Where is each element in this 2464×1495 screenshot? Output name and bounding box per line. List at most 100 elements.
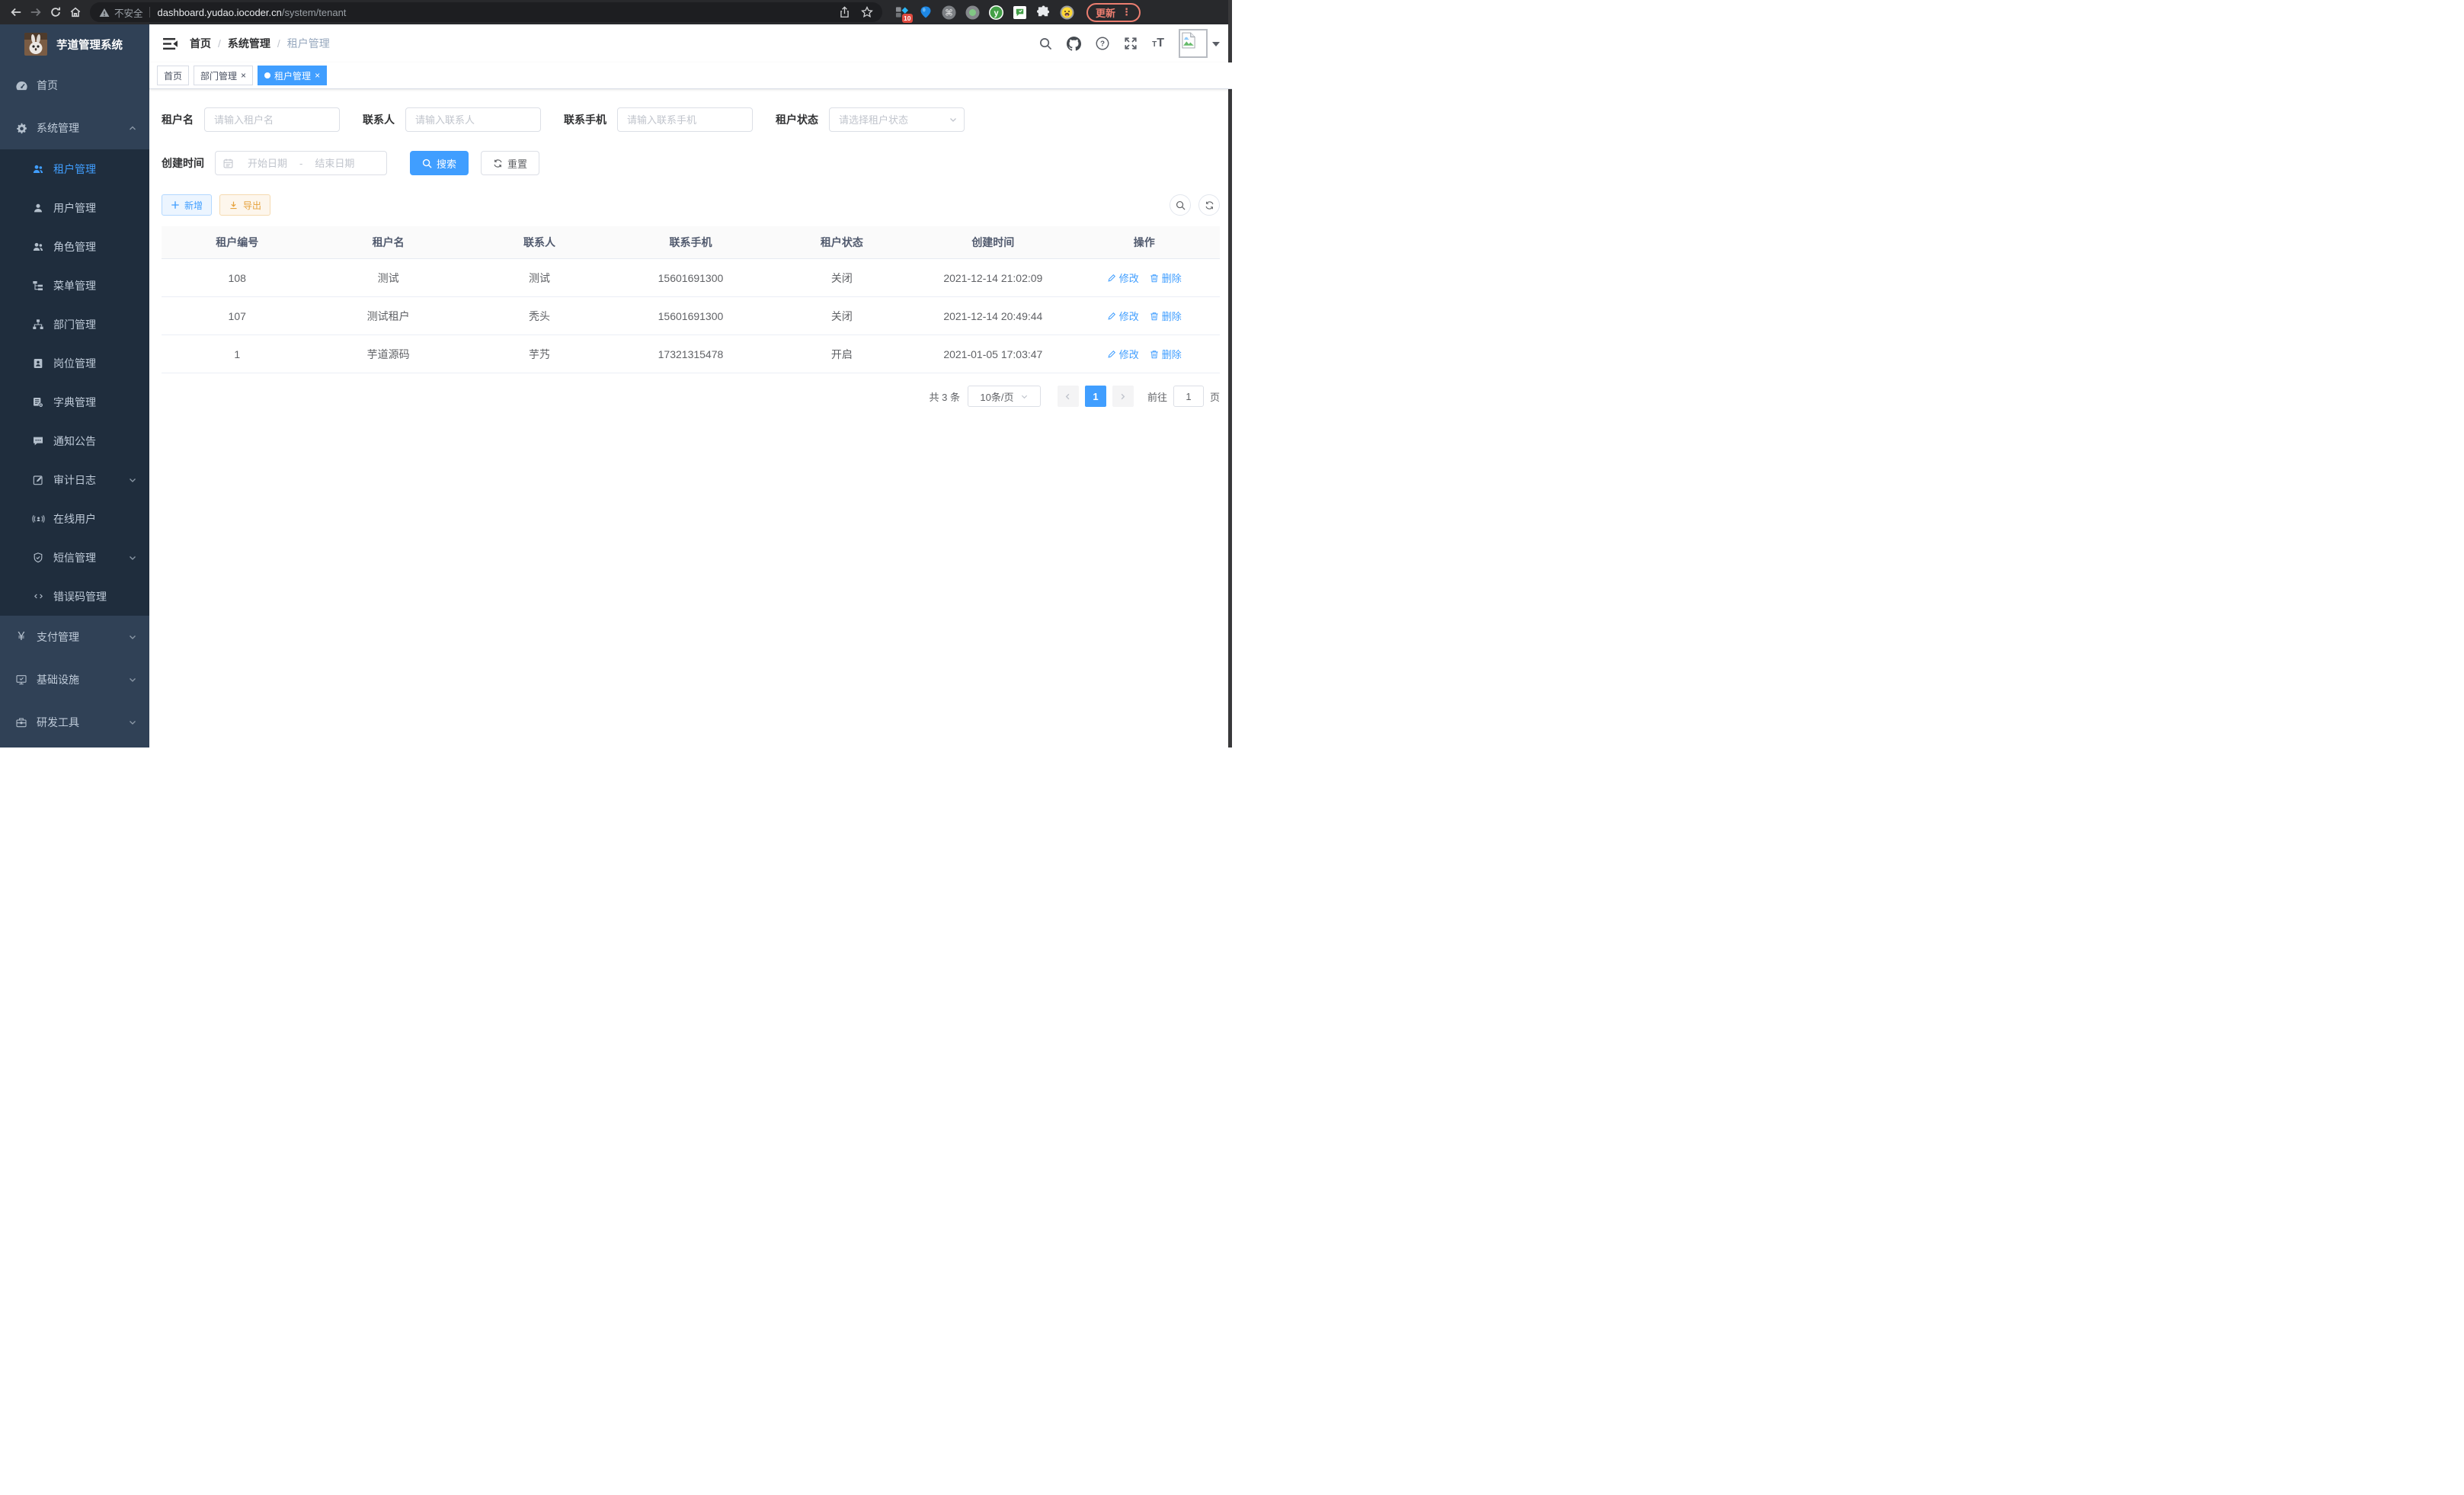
- sidebar-item-system[interactable]: 系统管理: [0, 107, 149, 149]
- window-scrollbar[interactable]: [1228, 0, 1232, 748]
- extension-tabs-icon[interactable]: 10: [894, 5, 909, 20]
- tab-tenant[interactable]: 租户管理 ×: [258, 66, 327, 85]
- fullscreen-button[interactable]: [1124, 37, 1138, 50]
- breadcrumb-home[interactable]: 首页: [190, 36, 211, 51]
- tab-dept[interactable]: 部门管理 ×: [194, 66, 253, 85]
- edit-link[interactable]: 修改: [1107, 309, 1139, 323]
- delete-link[interactable]: 删除: [1150, 271, 1182, 285]
- sidebar-item-tenant[interactable]: 租户管理: [0, 149, 149, 188]
- calendar-icon: [222, 158, 234, 169]
- browser-forward-button[interactable]: [26, 2, 46, 22]
- sidebar-toggle-button[interactable]: [163, 37, 178, 50]
- bookmark-star-button[interactable]: [861, 6, 873, 18]
- delete-link[interactable]: 删除: [1150, 309, 1182, 323]
- total-count: 共 3 条: [930, 389, 960, 404]
- svg-text:?: ?: [1100, 40, 1105, 49]
- share-button[interactable]: [839, 6, 850, 18]
- sidebar-item-payment[interactable]: ¥ 支付管理: [0, 616, 149, 658]
- browser-update-button[interactable]: 更新 ⋮: [1086, 3, 1141, 22]
- sidebar-item-dept[interactable]: 部门管理: [0, 305, 149, 344]
- online-icon: [29, 513, 47, 525]
- address-bar[interactable]: 不安全 dashboard.yudao.iocoder.cn/system/te…: [90, 2, 882, 22]
- search-button[interactable]: 搜索: [410, 151, 469, 175]
- browser-back-button[interactable]: [6, 2, 26, 22]
- sidebar-item-menu[interactable]: 菜单管理: [0, 266, 149, 305]
- start-date-input[interactable]: [237, 157, 298, 170]
- contact-input[interactable]: [405, 107, 541, 132]
- close-icon[interactable]: ×: [315, 71, 320, 80]
- extension-badge: 10: [902, 14, 913, 23]
- cell-contact: 测试: [464, 259, 615, 297]
- sidebar-logo[interactable]: 芋道管理系统: [0, 24, 149, 64]
- help-icon: ?: [1096, 37, 1109, 50]
- chevron-down-icon: [128, 632, 137, 642]
- sidebar-item-online-users[interactable]: 在线用户: [0, 499, 149, 538]
- header-search-button[interactable]: [1039, 37, 1052, 50]
- field-label: 租户名: [162, 112, 194, 127]
- goto-page: 前往 页: [1147, 386, 1220, 407]
- extension-puzzle-icon[interactable]: [1036, 5, 1051, 20]
- page-size-select[interactable]: 10条/页: [968, 386, 1041, 407]
- help-button[interactable]: ?: [1096, 37, 1109, 50]
- extension-kite-icon[interactable]: [918, 5, 933, 20]
- extension-record-icon[interactable]: [965, 5, 980, 20]
- refresh-icon: [1205, 200, 1214, 210]
- status-select[interactable]: [829, 107, 965, 132]
- filter-row-1: 租户名 联系人 联系手机 租户状态: [162, 107, 1220, 132]
- button-label: 搜索: [437, 156, 456, 171]
- extension-yapi-icon[interactable]: y: [989, 5, 1003, 20]
- page-1-button[interactable]: 1: [1085, 386, 1106, 407]
- tab-home[interactable]: 首页: [157, 66, 189, 85]
- cell-status: 开启: [766, 335, 917, 373]
- table-row: 108 测试 测试 15601691300 关闭 2021-12-14 21:0…: [162, 259, 1220, 297]
- delete-link[interactable]: 删除: [1150, 347, 1182, 361]
- user-menu[interactable]: [1179, 29, 1220, 58]
- sidebar-item-devtools[interactable]: 研发工具: [0, 701, 149, 744]
- next-page-button[interactable]: [1112, 386, 1134, 407]
- sidebar-item-notice[interactable]: 通知公告: [0, 421, 149, 460]
- briefcase-icon: [12, 716, 30, 728]
- date-range-picker[interactable]: -: [215, 151, 387, 175]
- export-button[interactable]: 导出: [219, 194, 270, 216]
- caret-down-icon: [1212, 42, 1220, 50]
- sidebar-item-audit-log[interactable]: 审计日志: [0, 460, 149, 499]
- tenant-name-input[interactable]: [204, 107, 340, 132]
- breadcrumb: 首页 / 系统管理 / 租户管理: [190, 36, 330, 51]
- show-search-button[interactable]: [1170, 194, 1191, 216]
- sidebar-item-role[interactable]: 角色管理: [0, 227, 149, 266]
- prev-page-button[interactable]: [1058, 386, 1079, 407]
- sidebar-item-home[interactable]: 首页: [0, 64, 149, 107]
- sidebar-item-infra[interactable]: 基础设施: [0, 658, 149, 701]
- breadcrumb-system[interactable]: 系统管理: [228, 36, 270, 51]
- edit-link[interactable]: 修改: [1107, 347, 1139, 361]
- close-icon[interactable]: ×: [241, 71, 246, 80]
- github-button[interactable]: [1067, 37, 1081, 51]
- browser-home-button[interactable]: [66, 2, 85, 22]
- mobile-input[interactable]: [617, 107, 753, 132]
- sidebar-item-post[interactable]: 岗位管理: [0, 344, 149, 383]
- extension-chat-icon[interactable]: [1013, 5, 1027, 20]
- browser-reload-button[interactable]: [46, 2, 66, 22]
- text-size-button[interactable]: TT: [1152, 37, 1164, 50]
- github-icon: [1067, 37, 1081, 51]
- url-host: dashboard.yudao.iocoder.cn: [158, 7, 282, 18]
- col-tenant-name: 租户名: [312, 226, 463, 259]
- users-icon: [29, 163, 47, 175]
- sidebar-item-sms[interactable]: 短信管理: [0, 538, 149, 577]
- add-button[interactable]: 新增: [162, 194, 212, 216]
- tenant-table: 租户编号 租户名 联系人 联系手机 租户状态 创建时间 操作 108 测试: [162, 226, 1220, 373]
- pencil-icon: [1107, 350, 1116, 359]
- edit-link[interactable]: 修改: [1107, 271, 1139, 285]
- sidebar-item-errcode[interactable]: 错误码管理: [0, 577, 149, 616]
- reset-button[interactable]: 重置: [481, 151, 539, 175]
- puzzle-icon: [1037, 5, 1051, 19]
- goto-page-input[interactable]: [1173, 386, 1204, 407]
- sidebar-item-user[interactable]: 用户管理: [0, 188, 149, 227]
- extension-command-icon[interactable]: ⌘: [942, 5, 956, 20]
- extension-emoji-avatar[interactable]: [1060, 5, 1074, 20]
- end-date-input[interactable]: [304, 157, 365, 170]
- browser-toolbar: 不安全 dashboard.yudao.iocoder.cn/system/te…: [0, 0, 1232, 24]
- sidebar-item-dict[interactable]: 字典管理: [0, 383, 149, 421]
- download-icon: [229, 200, 238, 210]
- refresh-table-button[interactable]: [1198, 194, 1220, 216]
